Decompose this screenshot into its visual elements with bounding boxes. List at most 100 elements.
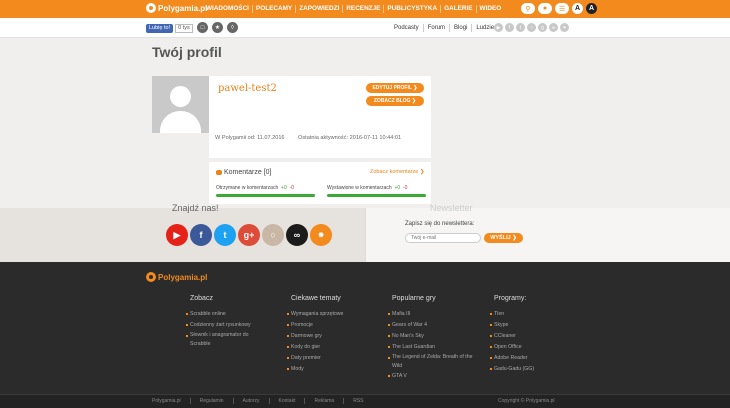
footer-link[interactable]: Open Office — [490, 342, 534, 353]
footer-column-title: Zobacz — [190, 295, 213, 302]
see-comments-label: Zobacz komentarze — [370, 169, 419, 175]
twitter-icon[interactable]: t — [516, 23, 525, 32]
nav-item-publicystyka[interactable]: PUBLICYSTYKA — [383, 5, 440, 13]
rss-icon[interactable]: ⁕ — [310, 224, 332, 246]
edit-profile-button[interactable]: EDYTUJ PROFIL ❯ — [366, 83, 424, 93]
footer-link[interactable]: Promocje — [287, 320, 343, 331]
steam-icon[interactable]: ∞ — [549, 23, 558, 32]
instagram-icon[interactable]: ○ — [527, 23, 536, 32]
footer-bottom-link[interactable]: Autorzy — [232, 398, 269, 404]
footer-bottom-link[interactable]: Reklama — [304, 398, 343, 404]
footer-link[interactable]: Mafia III — [388, 309, 478, 320]
footer-link[interactable]: The Legend of Zelda: Breath of the Wild — [388, 353, 478, 371]
footer-link[interactable]: Darmowe gry — [287, 331, 343, 342]
footer-column-programy: Programy: Tlen Skype CCleaner Open Offic… — [490, 295, 534, 375]
footer-link[interactable]: Codzienny żart rysunkowy — [186, 320, 258, 331]
given-label: Wystawione w komentarzach — [327, 185, 392, 191]
subnav-blogi[interactable]: Blogi — [449, 24, 471, 32]
member-since: W Polygamii od: 11.07.2016 — [215, 135, 285, 141]
social-small-icons: ▶ f t ○ g ∞ ⁕ — [494, 23, 569, 32]
sub-bar — [0, 18, 730, 38]
see-comments-link[interactable]: Zobacz komentarze ❯ — [370, 169, 424, 175]
facebook-like-widget[interactable]: Lubię to! 0 tys — [146, 24, 193, 33]
footer-link[interactable]: Wymagania sprzętowe — [287, 309, 343, 320]
footer-column-title: Ciekawe tematy — [291, 295, 341, 302]
footer-link[interactable]: Adobe Reader — [490, 353, 534, 364]
send-label: WYŚLIJ — [490, 235, 511, 241]
twitter-icon[interactable]: t — [214, 224, 236, 246]
site-logo[interactable]: Polygamia.pl — [146, 3, 207, 13]
fb-like-count: 0 tys — [175, 24, 193, 33]
youtube-icon[interactable]: ▶ — [166, 224, 188, 246]
footer-link[interactable]: Gears of War 4 — [388, 320, 478, 331]
nav-item-galerie[interactable]: GALERIE — [440, 5, 475, 13]
fb-like-button[interactable]: Lubię to! — [146, 24, 174, 33]
sub-nav: Podcasty Forum Blogi Ludzie — [390, 24, 498, 32]
footer-logo[interactable]: Polygamia.pl — [146, 272, 207, 282]
received-minus: -0 — [289, 185, 294, 191]
footer-link[interactable]: Gadu-Gadu (GG) — [490, 364, 534, 375]
contrast-light-button[interactable]: A — [572, 3, 583, 14]
subnav-podcasty[interactable]: Podcasty — [390, 24, 423, 32]
footer-link[interactable]: The Last Guardian — [388, 342, 478, 353]
nav-item-recenzje[interactable]: RECENZJE — [342, 5, 383, 13]
separator-strip — [209, 150, 431, 158]
footer-link[interactable]: Słownik i anagramator do Scrabble — [186, 331, 258, 349]
copyright: Copyright © Polygamia.pl — [498, 398, 555, 404]
edit-profile-label: EDYTUJ PROFIL — [372, 85, 412, 91]
star-icon[interactable]: ★ — [212, 22, 223, 33]
received-bar — [216, 194, 315, 197]
footer-bottom-link[interactable]: Polygamia.pl — [152, 398, 190, 404]
footer-bottom-links: Polygamia.pl Regulamin Autorzy Kontakt R… — [152, 398, 372, 404]
footer-link[interactable]: Skype — [490, 320, 534, 331]
newsletter-email-input[interactable] — [405, 233, 481, 243]
contrast-dark-button[interactable]: A — [586, 3, 597, 14]
facebook-icon[interactable]: f — [190, 224, 212, 246]
footer-link[interactable]: No Man's Sky — [388, 331, 478, 342]
menu-icon[interactable]: ☰ — [555, 3, 569, 14]
steam-icon[interactable]: ∞ — [286, 224, 308, 246]
avatar-body-shape — [160, 111, 201, 133]
page-title: Twój profil — [152, 44, 222, 60]
received-plus: +0 — [281, 185, 287, 191]
footer-column-ciekawe-tematy: Ciekawe tematy Wymagania sprzętowe Promo… — [287, 295, 343, 375]
nav-item-polecamy[interactable]: POLECAMY — [251, 5, 295, 13]
avatar — [152, 76, 209, 133]
newsletter-heading: Newsletter — [430, 203, 473, 213]
given-bar — [327, 194, 426, 197]
googleplus-icon[interactable]: g — [538, 23, 547, 32]
footer-bottom-link[interactable]: Regulamin — [189, 398, 233, 404]
view-blog-button[interactable]: ZOBACZ BLOG ❯ — [366, 96, 424, 106]
newsletter-label: Zapisz się do newslettera: — [405, 221, 475, 227]
newsletter-send-button[interactable]: WYŚLIJ ❯ — [484, 233, 523, 243]
footer-link[interactable]: Scrabble online — [186, 309, 258, 320]
footer-bottom-link[interactable]: RSS — [343, 398, 372, 404]
nav-item-wideo[interactable]: WIDEO — [475, 5, 505, 13]
footer-link[interactable]: Mody — [287, 364, 343, 375]
footer-bottom-link[interactable]: Kontakt — [268, 398, 305, 404]
footer — [0, 262, 730, 408]
footer-link[interactable]: Tlen — [490, 309, 534, 320]
rss-icon[interactable]: ⁕ — [560, 23, 569, 32]
comment-bubble-icon — [216, 170, 222, 175]
subnav-forum[interactable]: Forum — [422, 24, 449, 32]
instagram-icon[interactable]: ○ — [262, 224, 284, 246]
search-icon[interactable]: ⚲ — [521, 3, 535, 14]
facebook-icon[interactable]: f — [505, 23, 514, 32]
footer-logo-icon — [146, 272, 156, 282]
youtube-icon[interactable]: ▶ — [494, 23, 503, 32]
avatar-head-shape — [170, 86, 191, 107]
googleplus-icon[interactable]: g+ — [238, 224, 260, 246]
nav-item-wiadomosci[interactable]: WIADOMOŚCI — [203, 5, 252, 13]
footer-column-zobacz: Zobacz Scrabble online Codzienny żart ry… — [186, 295, 258, 349]
chat-icon[interactable]: □ — [197, 22, 208, 33]
received-stat: Otrzymane w komentarzach +0 -0 — [216, 185, 294, 191]
user-icon[interactable]: ● — [538, 3, 552, 14]
compass-icon[interactable]: ◊ — [227, 22, 238, 33]
footer-link[interactable]: CCleaner — [490, 331, 534, 342]
footer-column-popularne-gry: Popularne gry Mafia III Gears of War 4 N… — [388, 295, 478, 382]
nav-item-zapowiedzi[interactable]: ZAPOWIEDZI — [295, 5, 342, 13]
footer-link[interactable]: Kody do gier — [287, 342, 343, 353]
footer-link[interactable]: GTA V — [388, 371, 478, 382]
footer-link[interactable]: Daty premier — [287, 353, 343, 364]
